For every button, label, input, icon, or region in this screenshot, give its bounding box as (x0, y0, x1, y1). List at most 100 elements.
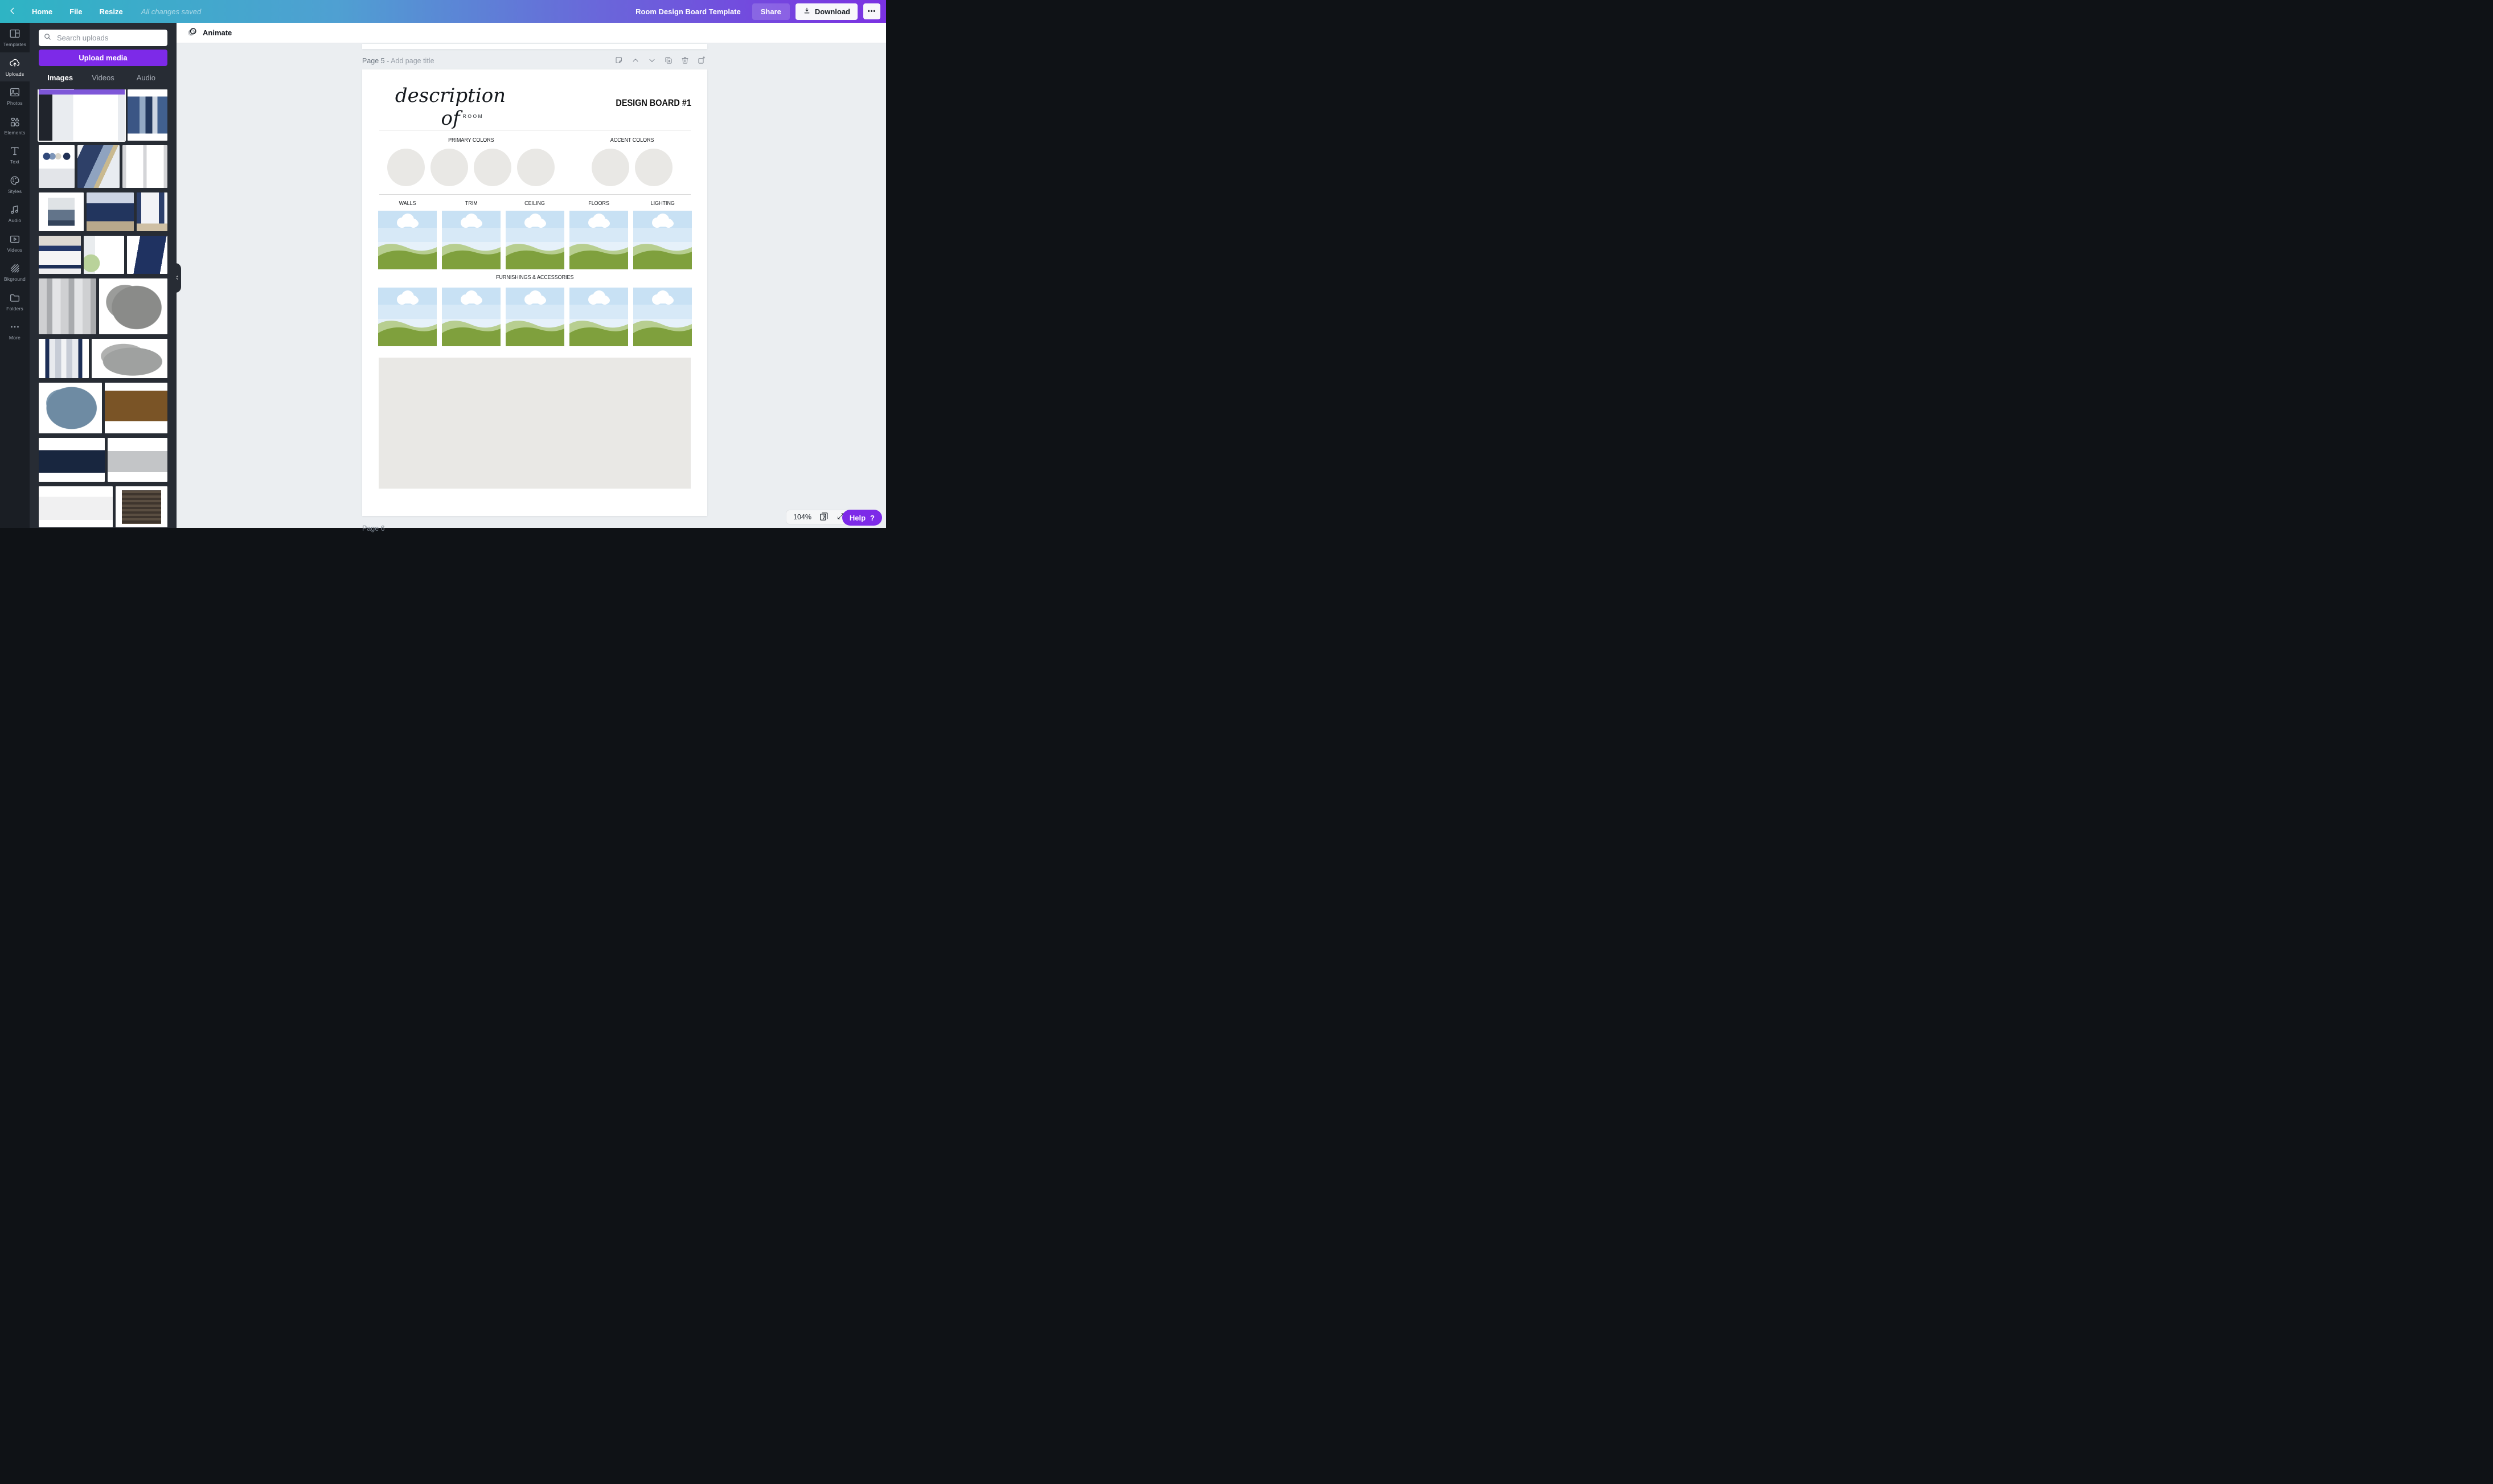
topbar-menu-file[interactable]: File (69, 7, 82, 16)
upload-thumbnail-navy-dresser[interactable] (39, 438, 105, 482)
color-swatch[interactable] (635, 149, 673, 186)
page-4-bottom-edge[interactable] (362, 44, 707, 49)
uploads-grid-row (39, 339, 167, 378)
image-placeholder[interactable] (378, 288, 437, 346)
download-button[interactable]: Download (796, 3, 858, 20)
upload-thumbnail-blue-velvet-pillows[interactable] (39, 383, 102, 433)
upload-thumbnail-misty-forest-print[interactable] (39, 192, 84, 231)
topbar-menu-home[interactable]: Home (32, 7, 52, 16)
upload-thumbnail-option1-moodboard[interactable] (39, 145, 75, 188)
move-page-up-button[interactable] (630, 55, 641, 68)
document-title[interactable]: Room Design Board Template (635, 7, 741, 16)
page-title-placeholder: Add page title (391, 57, 434, 65)
image-placeholder[interactable] (378, 211, 437, 269)
sidebar-item-uploads[interactable]: Uploads (0, 52, 30, 82)
search-input[interactable] (56, 33, 163, 43)
upload-thumbnail-white-pompom-curtain[interactable] (84, 236, 124, 274)
duplicate-page-button[interactable] (663, 55, 674, 68)
zoom-level[interactable]: 104% (793, 513, 811, 521)
sidebar-item-label: Bkground (4, 276, 26, 282)
board-script-subtitle[interactable]: ROOM (448, 113, 499, 119)
animate-label: Animate (203, 28, 232, 37)
animate-button[interactable]: Animate (183, 26, 235, 40)
page-6-label[interactable]: Page 6 (362, 524, 385, 532)
back-button[interactable] (8, 6, 17, 17)
sidebar-item-templates[interactable]: Templates (0, 23, 30, 52)
tab-videos[interactable]: Videos (81, 71, 124, 89)
move-page-down-button[interactable] (646, 55, 658, 68)
image-placeholder[interactable] (633, 288, 692, 346)
sidebar-item-bkground[interactable]: Bkground (0, 257, 30, 287)
image-placeholder[interactable] (442, 288, 501, 346)
topbar-left: HomeFileResize All changes saved (0, 6, 201, 17)
add-notes-button[interactable] (613, 55, 625, 68)
board-script-title[interactable]: description of (385, 84, 516, 130)
sidebar-item-audio[interactable]: Audio (0, 199, 30, 228)
upload-thumbnail-gray-linen-curtains[interactable] (39, 278, 96, 334)
search-box (39, 30, 167, 46)
help-button[interactable]: Help ? (842, 510, 882, 526)
sidebar-item-label: Templates (3, 42, 27, 47)
upload-thumbnail-navy-marble-art[interactable] (77, 145, 120, 188)
image-placeholder[interactable] (506, 211, 564, 269)
add-page-button[interactable] (696, 55, 707, 68)
upload-thumbnail-gray-dresser[interactable] (108, 438, 167, 482)
board-title[interactable]: DESIGN BOARD #1 (602, 97, 691, 109)
design-page-5[interactable]: description of ROOM DESIGN BOARD #1 PRIM… (362, 69, 707, 516)
uploads-icon (9, 57, 21, 69)
duplicate-icon (664, 56, 673, 67)
furnishings-label: FURNISHINGS & ACCESSORIES (378, 274, 692, 281)
upload-thumbnail-navy-white-bedding[interactable] (39, 236, 81, 274)
sidebar-item-text[interactable]: Text (0, 140, 30, 170)
landscape-placeholder-icon (442, 288, 501, 346)
sidebar-item-videos[interactable]: Videos (0, 228, 30, 258)
upload-thumbnail-inspiration-moodboard[interactable] (128, 89, 167, 141)
color-swatch[interactable] (517, 149, 555, 186)
top-bar: HomeFileResize All changes saved Room De… (0, 0, 886, 23)
landscape-placeholder-icon (633, 211, 692, 269)
tab-images[interactable]: Images (39, 71, 81, 89)
upload-thumbnail-navy-striped-curtain-panel[interactable] (39, 339, 89, 378)
upload-thumbnail-xo-prints[interactable] (122, 145, 167, 188)
upload-media-button[interactable]: Upload media (39, 50, 167, 66)
color-swatch[interactable] (474, 149, 511, 186)
sidebar-item-more[interactable]: More (0, 316, 30, 346)
topbar-menu-resize[interactable]: Resize (100, 7, 123, 16)
surface-label-floors: FLOORS (569, 200, 628, 207)
image-placeholder[interactable] (506, 288, 564, 346)
upload-thumbnail-brown-wood-dresser[interactable] (105, 383, 167, 433)
tab-audio[interactable]: Audio (125, 71, 167, 89)
uploads-grid-row (39, 383, 167, 433)
delete-page-button[interactable] (679, 55, 691, 68)
page-title-field[interactable]: Page 5 - Add page title (362, 57, 434, 65)
color-swatch[interactable] (430, 149, 468, 186)
sidebar-item-photos[interactable]: Photos (0, 81, 30, 111)
sidebar-item-folders[interactable]: Folders (0, 287, 30, 317)
surface-image-row (378, 211, 692, 269)
upload-thumbnail-gray-velvet-pillows[interactable] (99, 278, 167, 334)
image-placeholder[interactable] (569, 288, 628, 346)
upload-thumbnail-navy-tufted-bed[interactable] (87, 192, 134, 231)
question-mark-icon: ? (870, 514, 875, 522)
divider-line (379, 194, 691, 195)
more-options-button[interactable]: ••• (863, 3, 880, 19)
color-swatch[interactable] (387, 149, 425, 186)
context-toolbar: Animate (177, 23, 886, 43)
upload-thumbnail-white-dresser[interactable] (39, 486, 113, 527)
image-placeholder[interactable] (633, 211, 692, 269)
page-actions (613, 55, 707, 68)
color-swatch[interactable] (592, 149, 629, 186)
upload-thumbnail-navy-curtain-bedroom[interactable] (137, 192, 167, 231)
upload-thumbnail-navy-pompom-curtain[interactable] (127, 236, 167, 274)
upload-thumbnail-gray-lumbar-pillows[interactable] (92, 339, 167, 378)
upload-thumbnail-wicker-hamper[interactable] (116, 486, 167, 527)
share-button[interactable]: Share (752, 3, 790, 20)
pages-button[interactable]: 7 (818, 511, 830, 524)
sidebar-item-elements[interactable]: Elements (0, 111, 30, 141)
background-icon (9, 262, 21, 274)
upload-thumbnail-canva-editor-screenshot[interactable] (39, 89, 125, 141)
sidebar-item-styles[interactable]: Styles (0, 170, 30, 199)
notes-box[interactable] (379, 358, 691, 489)
image-placeholder[interactable] (442, 211, 501, 269)
image-placeholder[interactable] (569, 211, 628, 269)
